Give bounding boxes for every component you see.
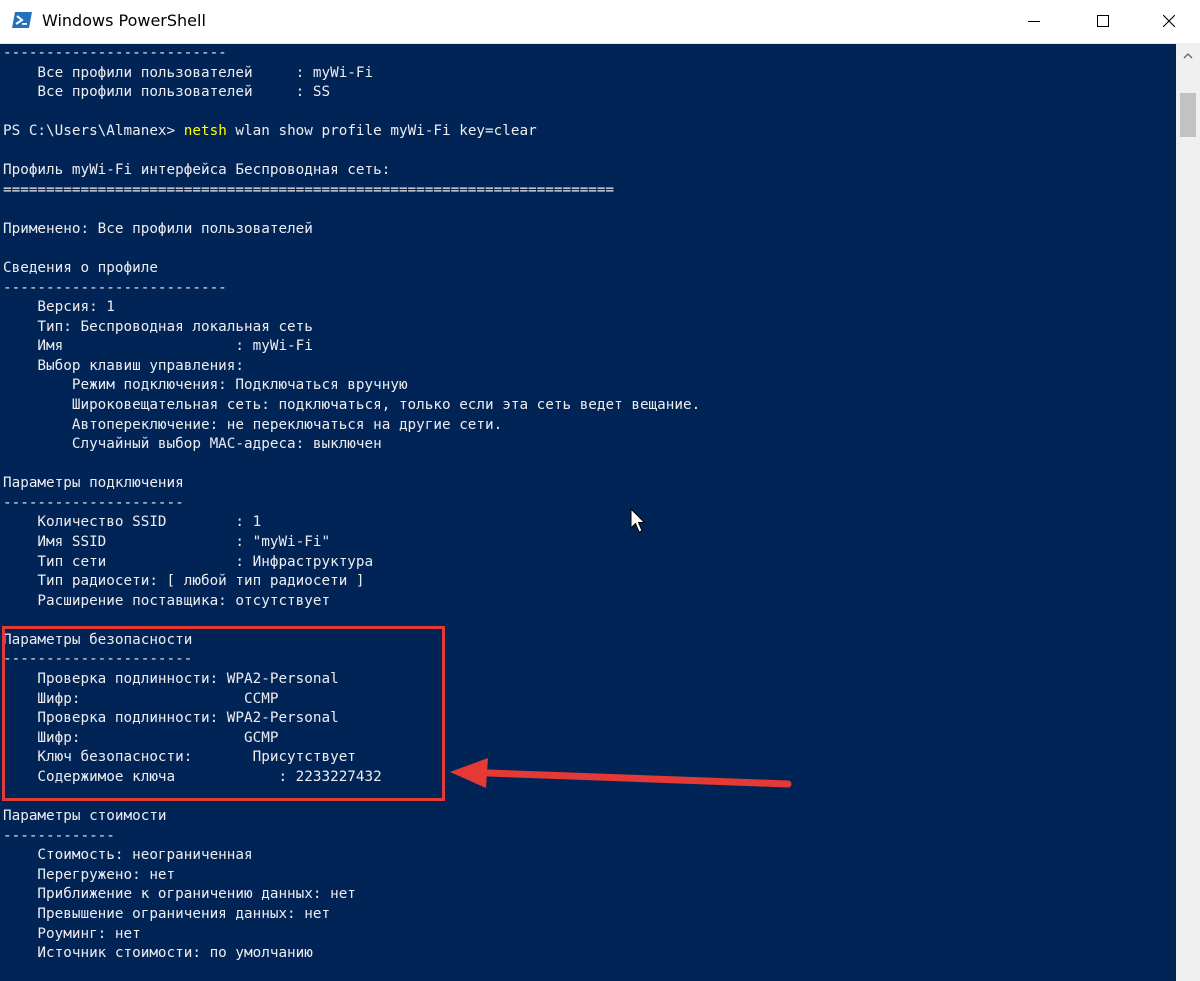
window-title: Windows PowerShell bbox=[42, 11, 206, 30]
console-line: Расширение поставщика: отсутствует bbox=[3, 593, 331, 609]
scrollbar-thumb[interactable] bbox=[1180, 93, 1196, 137]
command-executable: netsh bbox=[183, 123, 227, 139]
console-line: Тип радиосети: [ любой тип радиосети ] bbox=[3, 573, 365, 589]
console-line: Параметры подключения bbox=[3, 475, 184, 491]
close-button[interactable] bbox=[1146, 0, 1192, 43]
console-line: Выбор клавиш управления: bbox=[3, 358, 245, 374]
console-line: Тип сети : Инфраструктура bbox=[3, 554, 374, 570]
console-line: Сведения о профиле bbox=[3, 260, 158, 276]
mouse-cursor-icon bbox=[630, 507, 646, 534]
console-line: Имя SSID : "myWi-Fi" bbox=[3, 534, 331, 550]
highlight-frame bbox=[2, 626, 445, 801]
console-line: Применено: Все профили пользователей bbox=[3, 221, 313, 237]
console-line: Случайный выбор MAC-адреса: выключен bbox=[3, 436, 382, 452]
console-line: -------------------------- bbox=[3, 280, 227, 296]
console-line: Параметры стоимости bbox=[3, 808, 167, 824]
vertical-scrollbar[interactable] bbox=[1176, 43, 1200, 981]
console-output[interactable]: -------------------------- Все профили п… bbox=[0, 43, 1176, 981]
console-line: Стоимость: неограниченная bbox=[3, 847, 253, 863]
maximize-icon bbox=[1097, 12, 1109, 31]
console-line: Количество SSID : 1 bbox=[3, 514, 262, 530]
console-line: Профиль myWi-Fi интерфейса Беспроводная … bbox=[3, 162, 391, 178]
command-line: PS C:\Users\Almanex> netsh wlan show pro… bbox=[3, 122, 537, 142]
console-line: Все профили пользователей : SS bbox=[3, 84, 331, 100]
console-line: Автопереключение: не переключаться на др… bbox=[3, 417, 503, 433]
command-arguments: wlan show profile myWi-Fi key=clear bbox=[226, 123, 537, 139]
console-line: ------------- bbox=[3, 828, 115, 844]
scroll-up-button[interactable] bbox=[1176, 43, 1200, 63]
console-line: Широковещательная сеть: подключаться, то… bbox=[3, 397, 701, 413]
minimize-button[interactable] bbox=[1011, 0, 1057, 43]
console-line: --------------------- bbox=[3, 495, 184, 511]
console-line: Тип: Беспроводная локальная сеть bbox=[3, 319, 313, 335]
close-icon bbox=[1162, 12, 1176, 31]
console-line: -------------------------- bbox=[3, 45, 227, 61]
console-line: Имя : myWi-Fi bbox=[3, 338, 313, 354]
console-line: Роуминг: нет bbox=[3, 926, 141, 942]
console-line: Приближение к ограничению данных: нет bbox=[3, 886, 356, 902]
console-line: Все профили пользователей : myWi-Fi bbox=[3, 65, 374, 81]
chevron-up-icon bbox=[1183, 44, 1193, 63]
powershell-icon bbox=[11, 11, 33, 29]
annotation-arrow-icon bbox=[448, 752, 798, 802]
prompt: PS C:\Users\Almanex> bbox=[3, 123, 184, 139]
title-bar[interactable]: Windows PowerShell bbox=[0, 0, 1200, 44]
maximize-button[interactable] bbox=[1080, 0, 1126, 43]
console-line: Источник стоимости: по умолчанию bbox=[3, 945, 313, 961]
console-line: Превышение ограничения данных: нет bbox=[3, 906, 331, 922]
console-line: Режим подключения: Подключаться вручную bbox=[3, 377, 408, 393]
console-line: Версия: 1 bbox=[3, 299, 115, 315]
console-line: Перегружено: нет bbox=[3, 867, 176, 883]
minimize-icon bbox=[1028, 12, 1040, 31]
powershell-window: Windows PowerShell ---------------------… bbox=[0, 0, 1200, 981]
console-line: ========================================… bbox=[3, 182, 615, 198]
